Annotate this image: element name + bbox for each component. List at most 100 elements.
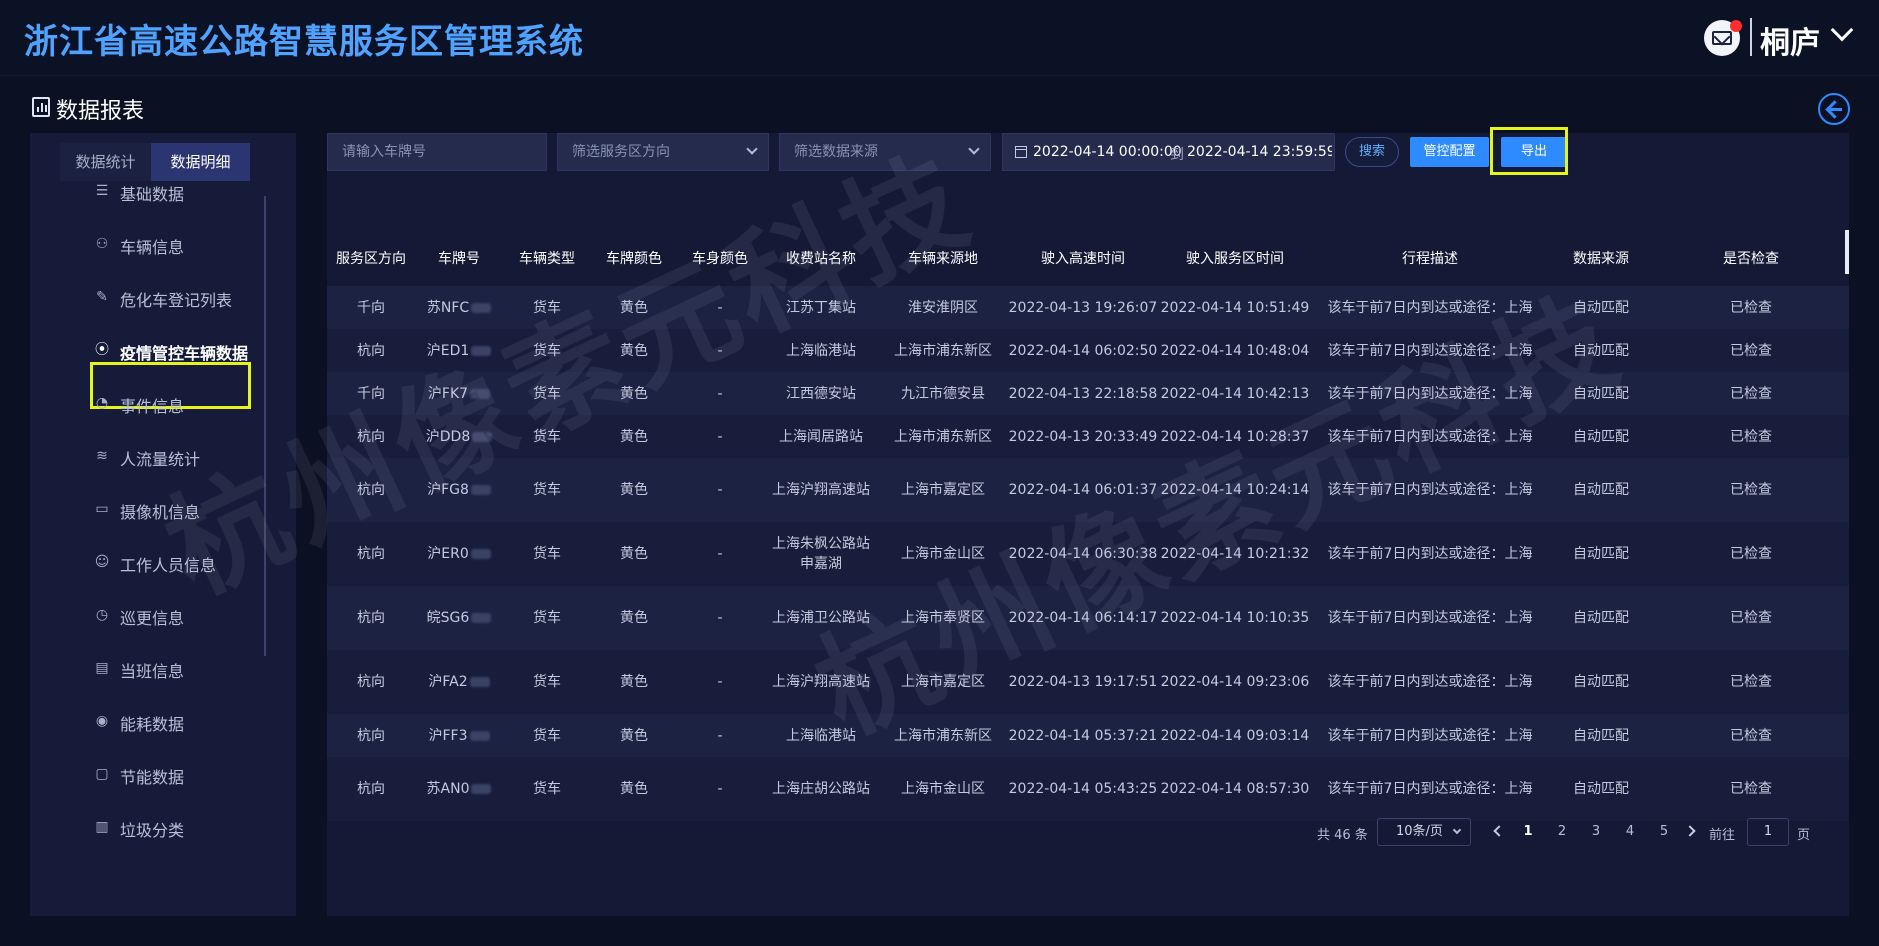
goto-page-input[interactable]: 1 xyxy=(1747,818,1789,846)
table-cell: 已检查 xyxy=(1653,586,1849,650)
sidebar-item[interactable]: ⦿ 疫情管控车辆数据 xyxy=(94,337,264,365)
table-cell: 杭向 xyxy=(327,415,415,458)
table-row[interactable]: 千向 苏NFC 货车 黄色 - 江苏丁集站 淮安淮阴区 2022-04-13 19:26:07… xyxy=(327,286,1849,329)
table-scrollbar[interactable] xyxy=(1845,230,1849,274)
sidebar-item-label: 摄像机信息 xyxy=(120,503,201,522)
sidebar-item-label: 车辆信息 xyxy=(120,238,185,257)
table-cell: 货车 xyxy=(503,522,591,586)
back-button[interactable] xyxy=(1818,93,1850,125)
calendar-icon xyxy=(1015,146,1027,158)
sidebar-item[interactable]: ▤ 当班信息 xyxy=(94,655,264,683)
page-number[interactable]: 4 xyxy=(1620,824,1640,839)
column-header: 行程描述 xyxy=(1311,230,1549,286)
plate-mask xyxy=(469,730,490,741)
sidebar-item[interactable]: ▢ 节能数据 xyxy=(94,761,264,789)
page-number[interactable]: 1 xyxy=(1518,824,1538,839)
sidebar-item[interactable]: ✎ 危化车登记列表 xyxy=(94,284,264,312)
table-cell: 货车 xyxy=(503,714,591,757)
chevron-down-icon xyxy=(968,143,980,155)
user-name[interactable]: 桐庐 xyxy=(1760,18,1820,62)
prev-page-icon[interactable] xyxy=(1493,825,1505,837)
table-cell: 自动匹配 xyxy=(1549,522,1653,586)
column-header: 车牌颜色 xyxy=(591,230,677,286)
table-cell: 上海市嘉定区 xyxy=(879,650,1007,714)
sidebar-item[interactable]: ⚇ 车辆信息 xyxy=(94,231,264,259)
sidebar-scrollbar[interactable] xyxy=(264,196,266,656)
table-cell: 自动匹配 xyxy=(1549,714,1653,757)
sidebar-item[interactable]: ◔ 事件信息 xyxy=(94,390,264,418)
page-number[interactable]: 2 xyxy=(1552,824,1572,839)
table-cell: 九江市德安县 xyxy=(879,372,1007,415)
chevron-down-icon[interactable] xyxy=(1830,18,1854,42)
table-cell: 2022-04-14 05:43:25 xyxy=(1007,757,1159,821)
table-cell: 沪FF3 xyxy=(415,714,503,757)
table-row[interactable]: 杭向 沪ER0 货车 黄色 - 上海朱枫公路站申嘉湖 上海市金山区 2022-04-14 06… xyxy=(327,522,1849,586)
date-end-input[interactable]: 2022-04-14 23:59:59 xyxy=(1187,144,1332,160)
sidebar-item-label: 能耗数据 xyxy=(120,715,185,734)
table-row[interactable]: 杭向 沪FG8 货车 黄色 - 上海沪翔高速站 上海市嘉定区 2022-04-14 06:01… xyxy=(327,458,1849,522)
plate-search-input[interactable]: 请输入车牌号 xyxy=(327,133,547,171)
plate-mask xyxy=(470,485,491,495)
column-header: 收费站名称 xyxy=(763,230,879,286)
table-cell: 上海市金山区 xyxy=(879,522,1007,586)
date-range-picker[interactable]: 2022-04-14 00:00:00 到 2022-04-14 23:59:5… xyxy=(1002,133,1335,171)
sidebar-item[interactable]: ◉ 能耗数据 xyxy=(94,708,264,736)
table-cell: 2022-04-13 19:26:07 xyxy=(1007,286,1159,329)
sidebar-item[interactable]: ≋ 人流量统计 xyxy=(94,443,264,471)
goto-label: 前往 xyxy=(1709,828,1736,843)
table-cell: 已检查 xyxy=(1653,329,1849,372)
table-cell: 该车于前7日内到达或途径：上海 xyxy=(1311,714,1549,757)
camera-icon: ▭ xyxy=(95,501,109,517)
mail-icon xyxy=(1712,31,1732,45)
table-cell: 2022-04-13 20:33:49 xyxy=(1007,415,1159,458)
table-cell: 淮安淮阴区 xyxy=(879,286,1007,329)
date-start-input[interactable]: 2022-04-14 00:00:00 xyxy=(1033,144,1182,160)
table-cell: 杭向 xyxy=(327,586,415,650)
tab-data-statistics[interactable]: 数据统计 xyxy=(60,143,151,181)
plate-number: 沪FF3 xyxy=(428,727,468,744)
control-config-button[interactable]: 管控配置 xyxy=(1410,137,1489,167)
table-row[interactable]: 杭向 沪DD8 货车 黄色 - 上海闻居路站 上海市浦东新区 2022-04-13 20:33… xyxy=(327,415,1849,458)
plate-mask xyxy=(470,549,491,559)
table-row[interactable]: 杭向 沪FF3 货车 黄色 - 上海临港站 上海市浦东新区 2022-04-14 05:37:… xyxy=(327,714,1849,757)
sidebar-item[interactable]: ◷ 巡更信息 xyxy=(94,602,264,630)
column-header: 驶入服务区时间 xyxy=(1159,230,1311,286)
table-cell: 该车于前7日内到达或途径：上海 xyxy=(1311,650,1549,714)
table-row[interactable]: 杭向 沪FA2 货车 黄色 - 上海沪翔高速站 上海市嘉定区 2022-04-13 19:17… xyxy=(327,650,1849,714)
table-row[interactable]: 千向 沪FK7 货车 黄色 - 江西德安站 九江市德安县 2022-04-13 22:18:5… xyxy=(327,372,1849,415)
data-source-select[interactable]: 筛选数据来源 xyxy=(779,133,991,171)
plate-number: 沪FK7 xyxy=(427,385,469,402)
page-size-select[interactable]: 10条/页 xyxy=(1377,818,1471,846)
sidebar-item[interactable]: ☺ 工作人员信息 xyxy=(94,549,264,577)
table-cell: 2022-04-14 08:57:30 xyxy=(1159,757,1311,821)
table-cell: 2022-04-14 06:30:38 xyxy=(1007,522,1159,586)
sidebar-item[interactable]: ▭ 摄像机信息 xyxy=(94,496,264,524)
page-number[interactable]: 5 xyxy=(1654,824,1674,839)
table-cell: 2022-04-14 10:24:14 xyxy=(1159,458,1311,522)
table-row[interactable]: 杭向 皖SG6 货车 黄色 - 上海浦卫公路站 上海市奉贤区 2022-04-14 06:14… xyxy=(327,586,1849,650)
layers-icon: ≋ xyxy=(96,448,108,464)
table-cell: 沪FG8 xyxy=(415,458,503,522)
table-cell: 自动匹配 xyxy=(1549,372,1653,415)
epidemic-vehicle-table: 服务区方向 车牌号 车辆类型 车牌颜色 车身颜色 收费站名称 车辆来源地 驶入高速时间 驶入服务… xyxy=(327,230,1849,821)
mail-button[interactable] xyxy=(1704,20,1742,56)
direction-select[interactable]: 筛选服务区方向 xyxy=(557,133,769,171)
sidebar-item[interactable]: ▥ 垃圾分类 xyxy=(94,814,264,842)
search-button[interactable]: 搜索 xyxy=(1345,137,1399,167)
next-page-icon[interactable] xyxy=(1684,825,1696,837)
tab-data-details[interactable]: 数据明细 xyxy=(151,143,250,181)
table-cell: 自动匹配 xyxy=(1549,329,1653,372)
table-cell: 苏NFC xyxy=(415,286,503,329)
sidebar-item[interactable]: ☰ 基础数据 xyxy=(94,178,264,206)
table-row[interactable]: 杭向 沪ED1 货车 黄色 - 上海临港站 上海市浦东新区 2022-04-14 06:02:… xyxy=(327,329,1849,372)
main-panel: 请输入车牌号 筛选服务区方向 筛选数据来源 2022-04-14 00:00:0… xyxy=(327,127,1849,916)
table-cell: 该车于前7日内到达或途径：上海 xyxy=(1311,286,1549,329)
page-unit-label: 页 xyxy=(1797,828,1811,843)
table-cell: 杭向 xyxy=(327,650,415,714)
column-header: 服务区方向 xyxy=(327,230,415,286)
table-row[interactable]: 杭向 苏AN0 货车 黄色 - 上海庄胡公路站 上海市金山区 2022-04-14 05:43… xyxy=(327,757,1849,821)
table-cell: 上海市金山区 xyxy=(879,757,1007,821)
table-cell: 2022-04-14 09:23:06 xyxy=(1159,650,1311,714)
page-number[interactable]: 3 xyxy=(1586,824,1606,839)
plate-number: 皖SG6 xyxy=(426,610,470,626)
